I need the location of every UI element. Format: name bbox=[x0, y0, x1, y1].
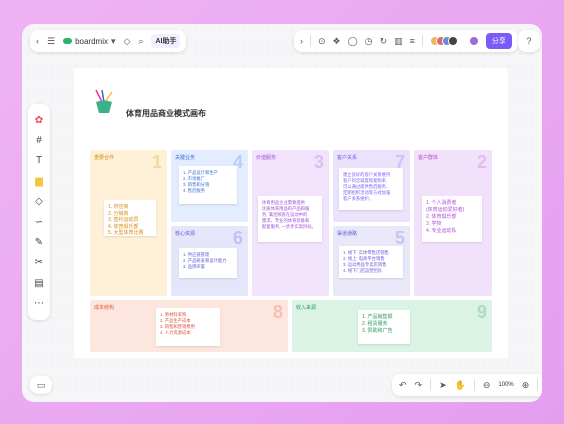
chevron-right-icon[interactable]: › bbox=[300, 36, 303, 46]
block-label: 成本结构 bbox=[94, 305, 115, 311]
block-customer-segments[interactable]: 客户群体 2 1. 个人消费者 (体育运动爱好者) 2. 体育俱乐部 3. 学校 4.… bbox=[414, 150, 492, 296]
connector-icon[interactable]: ∽ bbox=[33, 216, 45, 228]
comment-icon[interactable]: ◯ bbox=[348, 36, 358, 46]
frame-icon[interactable]: # bbox=[33, 135, 45, 147]
divider bbox=[430, 379, 432, 391]
timer-icon[interactable]: ◷ bbox=[365, 36, 373, 46]
divider bbox=[473, 379, 475, 391]
cloud-icon bbox=[63, 38, 73, 44]
sticky-note[interactable]: 1. 供应商 2. 分销商 3. 签约运动员 4. 体育俱乐部 5. 大型体育比赛 bbox=[104, 200, 156, 236]
play-icon[interactable]: ⊙ bbox=[318, 36, 326, 46]
block-number: 8 bbox=[272, 302, 283, 322]
block-customer-relationships[interactable]: 客户关系 7 建立良好的客户关系维持 客户的忠诚度和复购率, 可以通过提供售后服务、… bbox=[333, 150, 410, 222]
ai-assistant-button[interactable]: AI助手 bbox=[151, 34, 181, 48]
block-number: 6 bbox=[232, 228, 243, 248]
block-label: 客户关系 bbox=[337, 155, 358, 161]
chevron-down-icon: ▾ bbox=[110, 35, 116, 46]
brand-label: boardmix bbox=[75, 36, 108, 46]
help-icon: ? bbox=[526, 35, 532, 46]
library-icon[interactable]: ▥ bbox=[394, 36, 403, 46]
block-label: 收入来源 bbox=[296, 305, 317, 311]
block-value-propositions[interactable]: 价值服务 3 体育用品企业需要提供 优质体育用品的产品和服 务, 满足顾客在运动中的… bbox=[252, 150, 329, 296]
color-icon[interactable]: ✿ bbox=[33, 114, 45, 126]
top-left-toolbar: ‹ ☰ boardmix ▾ ◇ ⌕ AI助手 bbox=[30, 30, 187, 52]
shapes-icon[interactable]: ❖ bbox=[333, 36, 341, 46]
pen-icon[interactable]: ✎ bbox=[33, 237, 45, 249]
search-icon[interactable]: ⌕ bbox=[138, 36, 143, 46]
sticky-note[interactable]: 1. 线下: 实体零售店销售 2. 线上: 电商平台销售 3. 运动用品专卖店销售 4… bbox=[339, 246, 403, 278]
block-cost-structure[interactable]: 成本结构 8 1. 原材料采购 2. 产品生产成本 3. 销售和营销费用 4. 人力资… bbox=[90, 300, 288, 352]
zoom-out-icon[interactable]: ⊖ bbox=[483, 380, 491, 390]
template-icon[interactable]: ▤ bbox=[33, 277, 45, 289]
share-button[interactable]: 分享 bbox=[485, 33, 512, 49]
mindmap-icon[interactable]: ✂ bbox=[33, 257, 45, 269]
back-icon[interactable]: ‹ bbox=[36, 36, 39, 46]
minimap-button[interactable]: ▭ bbox=[30, 376, 52, 394]
block-number: 9 bbox=[476, 302, 487, 322]
divider bbox=[537, 379, 539, 391]
block-label: 重要合作 bbox=[94, 155, 115, 161]
block-label: 关键业务 bbox=[175, 155, 196, 161]
left-toolbar: ✿ # T ▆ ◇ ∽ ✎ ✂ ▤ ⋯ bbox=[28, 104, 50, 320]
shape-icon[interactable]: ◇ bbox=[33, 196, 45, 208]
bottom-right-toolbar: ↶ ↷ ➤ ✋ ⊖ 100% ⊕ ▯▯ bbox=[392, 374, 542, 396]
block-label: 核心资源 bbox=[175, 231, 196, 237]
sticky-note[interactable]: 建立良好的客户关系维持 客户的忠诚度和复购率, 可以通过提供售后服务、 定期组织活动等… bbox=[339, 168, 403, 210]
more-tools-icon[interactable]: ⋯ bbox=[33, 298, 45, 310]
user-avatar[interactable] bbox=[468, 36, 479, 46]
page-title: 体育用品商业模式画布 bbox=[126, 109, 206, 118]
sticky-note[interactable]: 体育用品企业需要提供 优质体育用品的产品和服 务, 满足顾客在运动中的 需求。专业的体… bbox=[258, 196, 322, 242]
block-key-resources[interactable]: 核心资源 6 1. 供应链管理 2. 产品研发和设计能力 3. 品牌声誉 bbox=[171, 226, 248, 296]
block-number: 3 bbox=[313, 152, 324, 172]
redo-icon[interactable]: ↷ bbox=[415, 380, 423, 390]
sticky-note[interactable]: 1. 原材料采购 2. 产品生产成本 3. 销售和营销费用 4. 人力资源成本 bbox=[156, 308, 220, 346]
undo-icon[interactable]: ↶ bbox=[399, 380, 407, 390]
block-label: 渠道通路 bbox=[337, 231, 358, 237]
sticky-note-icon[interactable]: ▆ bbox=[33, 175, 45, 187]
sticky-note[interactable]: 1. 产品销售额 2. 租赁服务 3. 赞助和广告 bbox=[358, 310, 410, 344]
history-icon[interactable]: ↻ bbox=[380, 36, 388, 46]
collaborators bbox=[429, 36, 458, 46]
block-key-activities[interactable]: 关键业务 4 1. 产品设计和生产 2. 市场推广 3. 销售和分销 4. 售后服务 bbox=[171, 150, 248, 222]
hand-icon[interactable]: ✋ bbox=[455, 380, 466, 390]
more-icon[interactable]: ≡ bbox=[410, 36, 415, 46]
tag-icon[interactable]: ◇ bbox=[124, 36, 131, 46]
text-icon[interactable]: T bbox=[33, 155, 45, 167]
zoom-level[interactable]: 100% bbox=[498, 382, 513, 388]
block-revenue-streams[interactable]: 收入来源 9 1. 产品销售额 2. 租赁服务 3. 赞助和广告 bbox=[292, 300, 492, 352]
sticky-note[interactable]: 1. 个人消费者 (体育运动爱好者) 2. 体育俱乐部 3. 学校 4. 专业运动队 bbox=[422, 196, 482, 242]
divider bbox=[421, 35, 423, 47]
brand[interactable]: boardmix ▾ bbox=[63, 35, 116, 46]
block-number: 2 bbox=[476, 152, 487, 172]
sports-pot-icon bbox=[92, 89, 116, 114]
block-label: 客户群体 bbox=[418, 155, 439, 161]
menu-icon[interactable]: ☰ bbox=[47, 36, 55, 46]
avatar bbox=[447, 36, 458, 46]
divider bbox=[310, 35, 311, 47]
sticky-note[interactable]: 1. 产品设计和生产 2. 市场推广 3. 销售和分销 4. 售后服务 bbox=[179, 166, 237, 204]
block-key-partners[interactable]: 重要合作 1 1. 供应商 2. 分销商 3. 签约运动员 4. 体育俱乐部 5. 大型… bbox=[90, 150, 167, 296]
block-label: 价值服务 bbox=[256, 155, 277, 161]
sticky-note[interactable]: 1. 供应链管理 2. 产品研发和设计能力 3. 品牌声誉 bbox=[179, 248, 237, 278]
help-button[interactable]: ? bbox=[518, 30, 540, 52]
block-channels[interactable]: 渠道通路 5 1. 线下: 实体零售店销售 2. 线上: 电商平台销售 3. 运动用… bbox=[333, 226, 410, 296]
app-window: ‹ ☰ boardmix ▾ ◇ ⌕ AI助手 › ⊙ ❖ ◯ ◷ ↻ ▥ ≡ 分… bbox=[22, 24, 542, 402]
minimap-icon: ▭ bbox=[36, 379, 46, 390]
zoom-in-icon[interactable]: ⊕ bbox=[522, 380, 530, 390]
canvas-board[interactable]: 体育用品商业模式画布 重要合作 1 1. 供应商 2. 分销商 3. 签约运动员 4.… bbox=[74, 68, 508, 358]
block-number: 1 bbox=[151, 152, 162, 172]
cursor-icon[interactable]: ➤ bbox=[439, 380, 447, 390]
top-right-toolbar: › ⊙ ❖ ◯ ◷ ↻ ▥ ≡ 分享 bbox=[294, 30, 518, 52]
